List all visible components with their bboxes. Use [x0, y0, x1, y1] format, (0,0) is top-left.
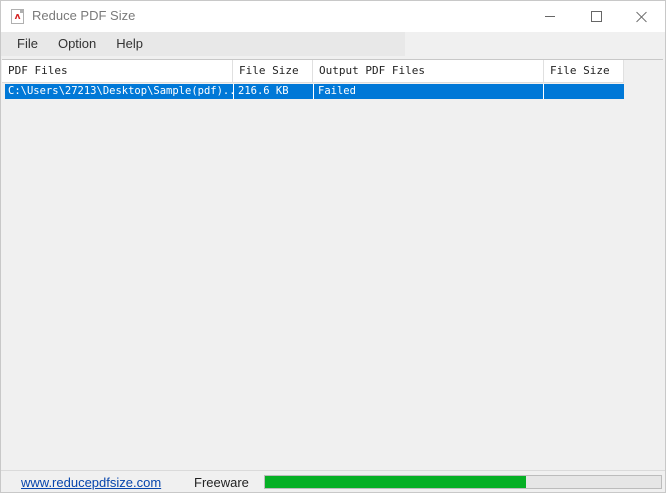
cell-file-size: 216.6 KB — [234, 84, 314, 99]
menu-option[interactable]: Option — [48, 32, 106, 56]
maximize-icon — [590, 11, 602, 22]
maximize-button[interactable] — [573, 1, 619, 32]
cell-pdf-file: C:\Users\27213\Desktop\Sample(pdf)... — [5, 84, 234, 99]
column-header-pdf-files[interactable]: PDF Files — [2, 60, 233, 82]
list-header: PDF Files File Size Output PDF Files Fil… — [2, 60, 624, 83]
cell-output-file-size — [544, 84, 624, 99]
menu-bar: File Option Help — [1, 32, 405, 56]
window-title: Reduce PDF Size — [32, 8, 136, 23]
pdf-app-icon: ᴧ — [11, 9, 24, 24]
column-header-output-file-size[interactable]: File Size — [544, 60, 624, 82]
menu-help[interactable]: Help — [106, 32, 153, 56]
minimize-icon — [545, 16, 555, 17]
table-row[interactable]: C:\Users\27213\Desktop\Sample(pdf)... 21… — [5, 84, 624, 99]
menu-file[interactable]: File — [7, 32, 48, 56]
title-bar[interactable]: ᴧ Reduce PDF Size — [1, 1, 665, 32]
cell-output-pdf-file: Failed — [314, 84, 544, 99]
column-header-output-pdf-files[interactable]: Output PDF Files — [313, 60, 544, 82]
progress-bar — [264, 475, 662, 489]
minimize-button[interactable] — [527, 1, 573, 32]
status-bar: www.reducepdfsize.com Freeware — [1, 470, 665, 492]
progress-fill — [265, 476, 527, 488]
column-header-file-size[interactable]: File Size — [233, 60, 313, 82]
close-icon — [636, 11, 648, 23]
close-button[interactable] — [619, 1, 665, 32]
app-window: ᴧ Reduce PDF Size File Option Help PDF F… — [0, 0, 666, 493]
file-list[interactable]: PDF Files File Size Output PDF Files Fil… — [2, 59, 663, 470]
website-link[interactable]: www.reducepdfsize.com — [21, 475, 161, 490]
license-label: Freeware — [194, 475, 249, 490]
